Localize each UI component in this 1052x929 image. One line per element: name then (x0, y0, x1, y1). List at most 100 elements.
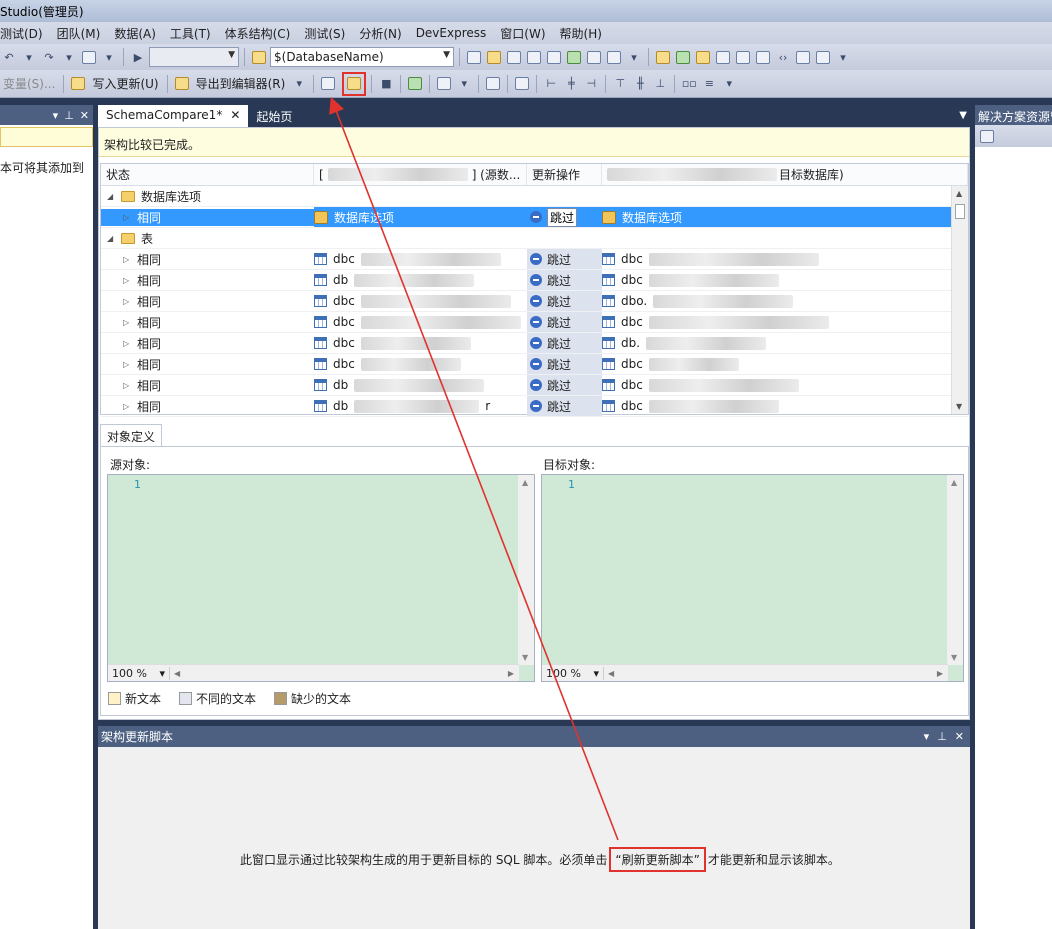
column-action[interactable]: 更新操作 (527, 164, 602, 185)
expand-icon[interactable]: ▷ (123, 381, 131, 390)
scroll-right-icon[interactable]: ▶ (937, 669, 943, 678)
solution-config-combo[interactable]: ▼ (149, 47, 239, 67)
database-name-combo[interactable]: $(DatabaseName) ▼ (270, 47, 454, 67)
close-tab-icon[interactable]: ✕ (230, 108, 240, 122)
align-top-icon[interactable]: ⊤ (611, 75, 629, 93)
refresh-update-script-icon[interactable] (342, 71, 367, 96)
report-icon[interactable] (513, 75, 531, 93)
package-icon[interactable] (654, 48, 672, 66)
navigate-forward-icon[interactable]: ▾ (100, 48, 118, 66)
collapse-icon[interactable]: ◢ (107, 192, 115, 201)
pin-icon[interactable]: ⊥ (64, 109, 74, 122)
redo-dropdown-icon[interactable]: ▾ (60, 48, 78, 66)
menu-window[interactable]: 窗口(W) (493, 25, 552, 42)
code-icon[interactable]: ‹› (774, 48, 792, 66)
more-dropdown-icon[interactable]: ▾ (625, 48, 643, 66)
editor-horizontal-scrollbar[interactable]: 100 % ▾ ◀ ▶ (108, 664, 519, 681)
action-label[interactable]: 跳过 (547, 314, 571, 331)
folder-open-icon[interactable] (694, 48, 712, 66)
target-editor[interactable]: 1 ▲ ▼ 100 % ▾ ◀ ▶ (541, 474, 964, 682)
options-icon[interactable] (435, 75, 453, 93)
action-label[interactable]: 跳过 (547, 398, 571, 415)
tab-schema-compare[interactable]: SchemaCompare1* ✕ (98, 105, 249, 127)
redo-icon[interactable]: ↷ (40, 48, 58, 66)
group-database-options[interactable]: ◢ 数据库选项 (101, 186, 968, 207)
properties-icon[interactable] (485, 48, 503, 66)
expand-icon[interactable]: ▷ (123, 213, 131, 222)
object-browser-icon[interactable] (505, 48, 523, 66)
export-to-editor-button[interactable]: 导出到编辑器(R) (193, 75, 289, 92)
menu-architecture[interactable]: 体系结构(C) (218, 25, 298, 42)
editor-vertical-scrollbar[interactable]: ▲ ▼ (947, 475, 963, 665)
menu-help[interactable]: 帮助(H) (553, 25, 609, 42)
table-row[interactable]: ▷ 相同 dbc 跳过 db. (101, 333, 968, 354)
generate-script-icon[interactable] (319, 75, 337, 93)
spacing-icon[interactable]: ▫▫ (680, 75, 698, 93)
menu-analyze[interactable]: 分析(N) (352, 25, 408, 42)
export-dropdown-icon[interactable]: ▾ (290, 75, 308, 93)
help-f1-icon[interactable] (484, 75, 502, 93)
align-middle-icon[interactable]: ╫ (631, 75, 649, 93)
align-left-icon[interactable]: ⊢ (542, 75, 560, 93)
table-row[interactable]: ▷ 相同 db r 跳过 dbc (101, 396, 968, 417)
scroll-up-icon[interactable]: ▲ (956, 189, 962, 198)
table-row[interactable]: ▷ 相同 db 跳过 dbc (101, 375, 968, 396)
scroll-right-icon[interactable]: ▶ (508, 669, 514, 678)
table-row[interactable]: ▷ 相同 dbc 跳过 dbc (101, 249, 968, 270)
refresh-compare-icon[interactable] (406, 75, 424, 93)
comment-icon[interactable] (814, 48, 832, 66)
menu-test-s[interactable]: 测试(S) (297, 25, 352, 42)
expand-icon[interactable]: ▷ (123, 276, 131, 285)
pin-icon[interactable]: ⊥ (937, 730, 947, 743)
menu-test-d[interactable]: 测试(D) (0, 25, 50, 42)
write-update-button[interactable]: 写入更新(U) (89, 75, 161, 92)
zoom-combo[interactable]: 100 % ▾ (108, 666, 170, 680)
source-editor[interactable]: 1 ▲ ▼ 100 % ▾ ◀ ▶ (107, 474, 535, 682)
scroll-left-icon[interactable]: ◀ (174, 669, 180, 678)
scroll-down-icon[interactable]: ▼ (956, 402, 962, 411)
dropdown-icon[interactable]: ▾ (924, 730, 930, 743)
action-label[interactable]: 跳过 (547, 356, 571, 373)
left-panel-search[interactable] (0, 127, 93, 147)
action-label[interactable]: 跳过 (547, 293, 571, 310)
checklist-icon[interactable] (674, 48, 692, 66)
action-label[interactable]: 跳过 (547, 377, 571, 394)
command-window-icon[interactable] (605, 48, 623, 66)
action-label[interactable]: 跳过 (547, 251, 571, 268)
undo-icon[interactable]: ↶ (0, 48, 18, 66)
collapse-icon[interactable]: ◢ (107, 234, 115, 243)
column-source[interactable]: [] (源数... (314, 164, 527, 185)
align-bottom-icon[interactable]: ⊥ (651, 75, 669, 93)
class-view-icon[interactable] (525, 48, 543, 66)
toolbar-overflow-icon[interactable]: ▾ (834, 48, 852, 66)
scroll-thumb[interactable] (955, 204, 965, 219)
action-dropdown[interactable]: 跳过 (547, 207, 578, 227)
tab-start-page[interactable]: 起始页 (248, 105, 300, 127)
toolbar-overflow-icon[interactable]: ▾ (720, 75, 738, 93)
options-dropdown-icon[interactable]: ▾ (455, 75, 473, 93)
scroll-left-icon[interactable]: ◀ (608, 669, 614, 678)
column-status[interactable]: 状态 (101, 164, 314, 185)
grid-vertical-scrollbar[interactable]: ▲ ▼ (951, 186, 968, 414)
variables-button[interactable]: 变量(S)... (0, 75, 58, 92)
network-icon[interactable] (734, 48, 752, 66)
menu-devexpress[interactable]: DevExpress (409, 26, 494, 40)
stop-icon[interactable]: ■ (377, 75, 395, 93)
table-row[interactable]: ▷ 相同 dbc 跳过 dbc (101, 312, 968, 333)
tools-icon[interactable] (545, 48, 563, 66)
align-center-icon[interactable]: ╪ (562, 75, 580, 93)
align-right-icon[interactable]: ⊣ (582, 75, 600, 93)
table-row[interactable]: ▷ 相同 dbc 跳过 dbo. (101, 291, 968, 312)
expand-icon[interactable]: ▷ (123, 402, 131, 411)
expand-icon[interactable]: ▷ (123, 339, 131, 348)
expand-icon[interactable]: ▷ (123, 255, 131, 264)
undo-dropdown-icon[interactable]: ▾ (20, 48, 38, 66)
lock-icon[interactable] (754, 48, 772, 66)
column-target[interactable]: 目标数据库) (602, 164, 968, 185)
table-row[interactable]: ▷ 相同 dbc 跳过 dbc (101, 354, 968, 375)
vertical-spacing-icon[interactable]: ≡ (700, 75, 718, 93)
expand-icon[interactable]: ▷ (123, 318, 131, 327)
menu-data[interactable]: 数据(A) (107, 25, 163, 42)
tab-object-definition[interactable]: 对象定义 (100, 424, 163, 446)
expand-icon[interactable]: ▷ (123, 360, 131, 369)
